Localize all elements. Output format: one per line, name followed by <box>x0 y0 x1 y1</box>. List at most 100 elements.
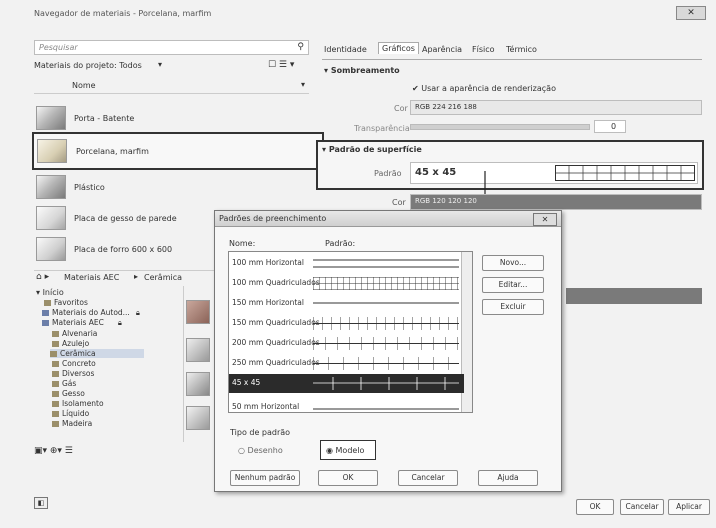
tab-physical[interactable]: Físico <box>472 45 495 54</box>
tree-item-label: Alvenaria <box>62 329 98 338</box>
shading-color-value: RGB 224 216 188 <box>415 103 477 111</box>
footer-ok-button[interactable]: OK <box>576 499 614 515</box>
pattern-row[interactable]: 50 mm Horizontal <box>229 394 464 412</box>
pattern-row-preview <box>313 302 459 304</box>
tab-bar: Identidade Gráficos Aparência Físico Tér… <box>322 42 702 60</box>
transparency-label: Transparência <box>354 124 410 133</box>
pattern-row-selected[interactable]: 45 x 45 <box>229 374 464 393</box>
check-icon: ✔ <box>412 84 419 93</box>
library-tools[interactable]: ▣▾ ⊕▾ ☰ <box>34 446 94 458</box>
breadcrumb-separator: ▸ <box>134 272 139 281</box>
transparency-slider[interactable] <box>410 124 590 130</box>
material-swatch <box>37 139 67 163</box>
tree-item-isolamento[interactable]: Isolamento <box>52 399 104 408</box>
footer-cancel-button[interactable]: Cancelar <box>620 499 664 515</box>
material-label: Placa de forro 600 x 600 <box>74 245 173 254</box>
surface-color-value: RGB 120 120 120 <box>415 197 477 205</box>
library-thumbnail[interactable] <box>186 406 210 430</box>
pattern-field[interactable]: 45 x 45 <box>410 162 698 184</box>
sort-arrow-icon: ▾ <box>300 80 305 89</box>
radio-model[interactable]: ◉ Modelo <box>320 440 376 460</box>
pattern-row[interactable]: 100 mm Quadriculados <box>229 274 464 293</box>
tab-thermal[interactable]: Térmico <box>506 45 537 54</box>
material-row[interactable]: Plástico <box>34 172 309 202</box>
material-row-selected[interactable]: Porcelana, marfim <box>32 132 324 170</box>
close-icon: ✕ <box>541 215 549 224</box>
shading-color-field[interactable]: RGB 224 216 188 <box>410 100 702 115</box>
folder-icon <box>50 351 57 357</box>
surface-pattern-header[interactable]: ▾ Padrão de superfície <box>322 145 422 154</box>
transparency-field[interactable]: 0 <box>594 120 626 133</box>
col-name-header: Nome: <box>229 239 256 248</box>
tree-item-ceramica[interactable]: Cerâmica <box>50 349 144 358</box>
surface-pattern-section: ▾ Padrão de superfície Padrão 45 x 45 <box>316 140 704 190</box>
library-thumbnail[interactable] <box>186 372 210 396</box>
use-render-appearance-checkbox[interactable]: ✔ Usar a aparência de renderização <box>412 84 556 93</box>
folder-icon <box>52 371 59 377</box>
material-swatch <box>36 106 66 130</box>
folder-icon <box>52 361 59 367</box>
tree-item-madeira[interactable]: Madeira <box>52 419 92 428</box>
tab-appearance[interactable]: Aparência <box>422 45 462 54</box>
pattern-row-preview <box>313 357 459 370</box>
ok-button[interactable]: OK <box>318 470 378 486</box>
library-thumbnail[interactable] <box>186 300 210 324</box>
folder-icon <box>52 421 59 427</box>
surface-color-label: Cor <box>392 198 406 207</box>
pattern-row[interactable]: 250 mm Quadriculados <box>229 354 464 373</box>
surface-color-field[interactable]: RGB 120 120 120 <box>410 194 702 210</box>
material-row[interactable]: Porta - Batente <box>34 103 309 133</box>
cancel-button[interactable]: Cancelar <box>398 470 458 486</box>
window-title: Navegador de materiais - Porcelana, marf… <box>34 9 212 18</box>
footer-apply-button[interactable]: Aplicar <box>668 499 710 515</box>
section-collapsed-bar[interactable] <box>566 288 702 304</box>
breadcrumb-path-1[interactable]: Materiais AEC <box>64 273 119 282</box>
tree-item-azulejo[interactable]: Azulejo <box>52 339 89 348</box>
tab-graphics[interactable]: Gráficos <box>378 42 419 54</box>
radio-drafting[interactable]: ○ Desenho <box>238 446 283 455</box>
pattern-row[interactable]: 200 mm Quadriculados <box>229 334 464 353</box>
pattern-row-preview <box>313 317 459 330</box>
tree-item-gas[interactable]: Gás <box>52 379 76 388</box>
breadcrumb-path-2[interactable]: Cerâmica <box>144 273 182 282</box>
dialog-close-button[interactable]: ✕ <box>533 213 557 226</box>
edit-pattern-button[interactable]: Editar... <box>482 277 544 293</box>
pattern-row[interactable]: 150 mm Horizontal <box>229 294 464 313</box>
tree-item-liquido[interactable]: Líquido <box>52 409 89 418</box>
tree-item-diversos[interactable]: Diversos <box>52 369 94 378</box>
dialog-title: Padrões de preenchimento <box>219 214 327 223</box>
tree-item-label: Azulejo <box>62 339 90 348</box>
pattern-row[interactable]: 150 mm Quadriculados <box>229 314 464 333</box>
col-pattern-header: Padrão: <box>325 239 356 248</box>
home-icon[interactable]: ⌂ ▸ <box>36 272 49 282</box>
tree-root[interactable]: ▾ Início <box>36 288 64 297</box>
shading-header[interactable]: ▾ Sombreamento <box>324 66 400 75</box>
tree-item-autodesk[interactable]: Materiais do Autod... 🔒︎ <box>42 308 140 318</box>
close-button[interactable]: ✕ <box>676 6 706 20</box>
tree-item-concreto[interactable]: Concreto <box>52 359 96 368</box>
view-toggle-icon[interactable]: ☐ ☰ ▾ <box>268 60 306 72</box>
search-input[interactable]: Pesquisar ⚲ <box>34 40 309 55</box>
delete-pattern-button[interactable]: Excluir <box>482 299 544 315</box>
tree-item-alvenaria[interactable]: Alvenaria <box>52 329 97 338</box>
help-button[interactable]: Ajuda <box>478 470 538 486</box>
pattern-row-name: 250 mm Quadriculados <box>232 358 320 367</box>
tree-item-aec[interactable]: Materiais AEC 🔒︎ <box>42 318 122 328</box>
filter-dropdown[interactable]: Materiais do projeto: Todos ▾ <box>34 60 174 73</box>
library-panel-toggle-icon[interactable]: ◧ <box>34 497 48 509</box>
list-header[interactable]: Nome ▾ <box>34 80 309 94</box>
pattern-row-name: 45 x 45 <box>232 378 261 387</box>
pattern-row[interactable]: 100 mm Horizontal <box>229 254 464 273</box>
no-pattern-button[interactable]: Nenhum padrão <box>230 470 300 486</box>
star-icon <box>44 300 51 306</box>
library-tree: ▾ Início Favoritos Materiais do Autod...… <box>34 286 184 442</box>
tree-item-label: Cerâmica <box>60 349 96 358</box>
pattern-row-name: 100 mm Horizontal <box>232 258 304 267</box>
tab-identity[interactable]: Identidade <box>324 45 367 54</box>
tree-item-favorites[interactable]: Favoritos <box>44 298 88 307</box>
library-thumbnail[interactable] <box>186 338 210 362</box>
tree-item-gesso[interactable]: Gesso <box>52 389 85 398</box>
lock-icon: 🔒︎ <box>117 318 122 327</box>
new-pattern-button[interactable]: Novo... <box>482 255 544 271</box>
material-label: Placa de gesso de parede <box>74 214 177 223</box>
